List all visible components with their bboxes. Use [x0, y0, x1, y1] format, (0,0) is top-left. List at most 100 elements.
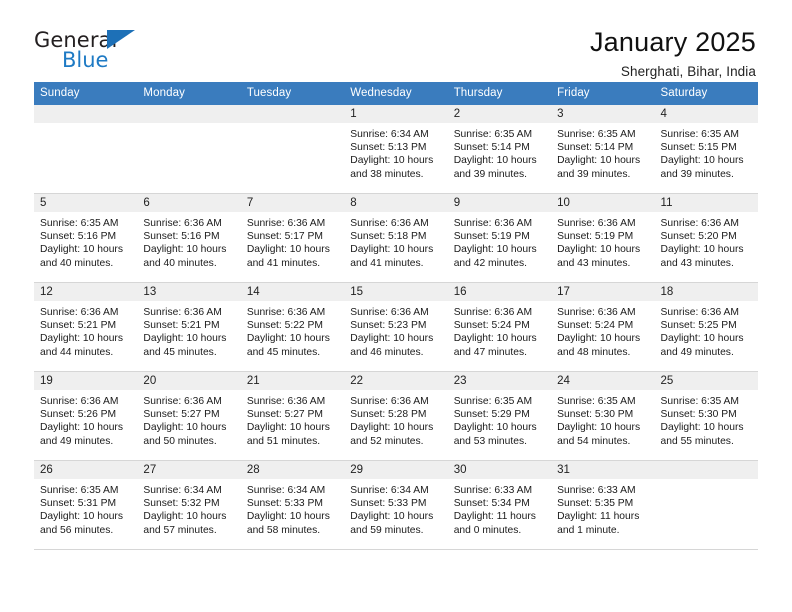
day-details: Sunrise: 6:35 AM Sunset: 5:31 PM Daylight:… — [34, 479, 137, 537]
calendar-day-cell[interactable]: 19 Sunrise: 6:36 AM Sunset: 5:26 PM Dayligh… — [34, 371, 138, 461]
weekday-header-thursday: Thursday — [447, 82, 552, 105]
daylight-duration-line1: Daylight: 11 hours — [557, 511, 640, 523]
day-number: 23 — [447, 372, 552, 390]
weekday-header-row: Sunday Monday Tuesday Wednesday Thursday… — [34, 82, 758, 105]
day-details: Sunrise: 6:34 AM Sunset: 5:33 PM Daylight:… — [344, 479, 447, 537]
calendar-day-cell[interactable]: 3 Sunrise: 6:35 AM Sunset: 5:14 PM Daylight… — [551, 104, 655, 194]
calendar-day-cell[interactable]: 1 Sunrise: 6:34 AM Sunset: 5:13 PM Daylight… — [344, 104, 448, 194]
calendar-day-cell[interactable]: 21 Sunrise: 6:36 AM Sunset: 5:27 PM Dayligh… — [240, 371, 345, 461]
daylight-duration-line2: and 51 minutes. — [246, 435, 321, 447]
sunrise-time: Sunrise: 6:35 AM — [40, 485, 119, 496]
calendar-day-cell[interactable]: 29 Sunrise: 6:34 AM Sunset: 5:33 PM Dayligh… — [344, 460, 448, 550]
sunrise-time: Sunrise: 6:34 AM — [246, 485, 326, 496]
calendar-day-cell[interactable]: 24 Sunrise: 6:35 AM Sunset: 5:30 PM Dayligh… — [551, 371, 655, 461]
day-number: 3 — [551, 105, 655, 123]
calendar-day-cell[interactable]: 6 Sunrise: 6:36 AM Sunset: 5:16 PM Daylight… — [137, 193, 241, 283]
calendar-day-cell[interactable]: 22 Sunrise: 6:36 AM Sunset: 5:28 PM Dayligh… — [344, 371, 448, 461]
day-number: 15 — [344, 283, 448, 301]
sunset-time: Sunset: 5:20 PM — [660, 231, 737, 243]
day-number: 7 — [240, 194, 345, 212]
sunrise-time: Sunrise: 6:36 AM — [557, 218, 636, 229]
calendar-day-cell[interactable]: 10 Sunrise: 6:36 AM Sunset: 5:19 PM Dayligh… — [551, 193, 655, 283]
calendar-day-cell[interactable]: 15 Sunrise: 6:36 AM Sunset: 5:23 PM Dayligh… — [344, 282, 448, 372]
calendar-day-cell[interactable]: 11 Sunrise: 6:36 AM Sunset: 5:20 PM Dayligh… — [654, 193, 758, 283]
daylight-duration-line1: Daylight: 10 hours — [143, 422, 227, 434]
calendar-day-cell[interactable]: 14 Sunrise: 6:36 AM Sunset: 5:22 PM Dayligh… — [240, 282, 345, 372]
daylight-duration-line2: and 55 minutes. — [660, 435, 734, 447]
sunset-time: Sunset: 5:25 PM — [660, 320, 737, 332]
calendar-day-cell[interactable]: 16 Sunrise: 6:36 AM Sunset: 5:24 PM Dayligh… — [447, 282, 552, 372]
sunset-time: Sunset: 5:16 PM — [40, 231, 117, 243]
day-number: 18 — [654, 283, 758, 301]
daylight-duration-line1: Daylight: 10 hours — [143, 244, 227, 256]
sunrise-time: Sunrise: 6:36 AM — [40, 307, 119, 318]
day-details: Sunrise: 6:36 AM Sunset: 5:25 PM Daylight:… — [655, 301, 758, 359]
calendar-day-cell[interactable]: 4 Sunrise: 6:35 AM Sunset: 5:15 PM Daylight… — [654, 104, 758, 194]
day-number: 5 — [34, 194, 138, 212]
day-number: 19 — [34, 372, 138, 390]
daylight-duration-line2: and 43 minutes. — [557, 257, 631, 269]
triangle-flag-icon — [107, 30, 135, 49]
daylight-duration-line1: Daylight: 10 hours — [143, 333, 227, 345]
daylight-duration-line2: and 41 minutes. — [246, 257, 321, 269]
daylight-duration-line2: and 43 minutes. — [660, 257, 734, 269]
calendar-day-cell[interactable]: 8 Sunrise: 6:36 AM Sunset: 5:18 PM Daylight… — [344, 193, 448, 283]
weekday-header-saturday: Saturday — [654, 82, 758, 105]
calendar-day-cell[interactable]: 17 Sunrise: 6:36 AM Sunset: 5:24 PM Dayligh… — [551, 282, 655, 372]
sunrise-time: Sunrise: 6:35 AM — [660, 129, 739, 140]
generalblue-logo[interactable]: General Blue — [34, 28, 144, 74]
calendar-day-cell[interactable]: 26 Sunrise: 6:35 AM Sunset: 5:31 PM Dayligh… — [34, 460, 138, 550]
daylight-duration-line1: Daylight: 10 hours — [660, 422, 744, 434]
calendar-day-cell[interactable]: 13 Sunrise: 6:36 AM Sunset: 5:21 PM Dayligh… — [137, 282, 241, 372]
sunrise-time: Sunrise: 6:35 AM — [453, 396, 533, 407]
daylight-duration-line1: Daylight: 10 hours — [557, 422, 641, 434]
calendar-day-cell[interactable]: 28 Sunrise: 6:34 AM Sunset: 5:33 PM Dayligh… — [240, 460, 345, 550]
day-number: 10 — [551, 194, 655, 212]
daylight-duration-line2: and 39 minutes. — [557, 168, 631, 180]
sunrise-time: Sunrise: 6:36 AM — [350, 218, 429, 229]
sunrise-time: Sunrise: 6:36 AM — [143, 218, 222, 229]
day-number: 2 — [447, 105, 552, 123]
daylight-duration-line2: and 45 minutes. — [246, 346, 321, 358]
daylight-duration-line1: Daylight: 10 hours — [557, 333, 641, 345]
calendar-day-cell[interactable]: 31 Sunrise: 6:33 AM Sunset: 5:35 PM Dayligh… — [551, 460, 655, 550]
calendar-day-cell[interactable]: 9 Sunrise: 6:36 AM Sunset: 5:19 PM Daylight… — [447, 193, 552, 283]
calendar-body: 1 Sunrise: 6:34 AM Sunset: 5:13 PM Daylight… — [34, 104, 758, 550]
calendar-day-cell[interactable]: 25 Sunrise: 6:35 AM Sunset: 5:30 PM Dayligh… — [654, 371, 758, 461]
day-number: 20 — [137, 372, 241, 390]
daylight-duration-line1: Daylight: 10 hours — [40, 422, 123, 434]
sunrise-time: Sunrise: 6:36 AM — [143, 307, 222, 318]
sunrise-time: Sunrise: 6:36 AM — [246, 396, 326, 407]
calendar-day-cell[interactable]: 18 Sunrise: 6:36 AM Sunset: 5:25 PM Dayligh… — [654, 282, 758, 372]
page-subtitle: Sherghati, Bihar, India — [620, 64, 756, 80]
calendar-day-cell[interactable]: 30 Sunrise: 6:33 AM Sunset: 5:34 PM Dayligh… — [447, 460, 552, 550]
daylight-duration-line2: and 52 minutes. — [350, 435, 424, 447]
calendar-day-cell[interactable]: 12 Sunrise: 6:36 AM Sunset: 5:21 PM Dayligh… — [34, 282, 138, 372]
calendar-day-cell[interactable]: 7 Sunrise: 6:36 AM Sunset: 5:17 PM Daylight… — [240, 193, 345, 283]
sunset-time: Sunset: 5:35 PM — [557, 498, 634, 510]
day-details: Sunrise: 6:36 AM Sunset: 5:24 PM Daylight:… — [448, 301, 551, 359]
day-number: 24 — [551, 372, 655, 390]
sunset-time: Sunset: 5:29 PM — [453, 409, 530, 421]
day-details: Sunrise: 6:36 AM Sunset: 5:28 PM Daylight:… — [344, 390, 447, 448]
sunrise-sunset-calendar: Sunday Monday Tuesday Wednesday Thursday… — [34, 82, 758, 550]
daylight-duration-line2: and 48 minutes. — [557, 346, 631, 358]
sunset-time: Sunset: 5:31 PM — [40, 498, 117, 510]
sunrise-time: Sunrise: 6:35 AM — [557, 129, 636, 140]
calendar-day-cell[interactable]: 2 Sunrise: 6:35 AM Sunset: 5:14 PM Daylight… — [447, 104, 552, 194]
daylight-duration-line1: Daylight: 10 hours — [40, 333, 123, 345]
daylight-duration-line1: Daylight: 10 hours — [453, 155, 537, 167]
daylight-duration-line2: and 40 minutes. — [40, 257, 114, 269]
calendar-day-cell[interactable]: 20 Sunrise: 6:36 AM Sunset: 5:27 PM Dayligh… — [137, 371, 241, 461]
calendar-day-cell[interactable]: 27 Sunrise: 6:34 AM Sunset: 5:32 PM Dayligh… — [137, 460, 241, 550]
daylight-duration-line1: Daylight: 10 hours — [660, 333, 744, 345]
day-number: 12 — [34, 283, 138, 301]
calendar-day-cell[interactable]: 5 Sunrise: 6:35 AM Sunset: 5:16 PM Daylight… — [34, 193, 138, 283]
day-number: 16 — [447, 283, 552, 301]
sunrise-time: Sunrise: 6:35 AM — [557, 396, 636, 407]
sunrise-time: Sunrise: 6:35 AM — [660, 396, 739, 407]
daylight-duration-line2: and 56 minutes. — [40, 524, 114, 536]
day-details: Sunrise: 6:34 AM Sunset: 5:32 PM Daylight:… — [137, 479, 240, 537]
calendar-day-cell[interactable]: 23 Sunrise: 6:35 AM Sunset: 5:29 PM Dayligh… — [447, 371, 552, 461]
weekday-header-tuesday: Tuesday — [240, 82, 345, 105]
